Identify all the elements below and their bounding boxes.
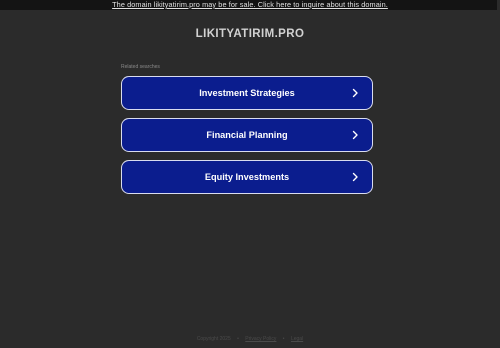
privacy-policy-link[interactable]: Privacy Policy [245, 336, 276, 342]
related-search-link-investment-strategies[interactable]: Investment Strategies [121, 76, 373, 110]
chevron-right-icon [352, 130, 358, 140]
copyright-text: Copyright 2025 [196, 336, 231, 342]
related-search-label: Financial Planning [206, 130, 288, 140]
domain-for-sale-banner[interactable]: The domain likityatirim.pro may be for s… [0, 0, 500, 10]
footer-separator: • [282, 336, 285, 342]
legal-link[interactable]: Legal [291, 336, 303, 342]
chevron-right-icon [352, 88, 358, 98]
related-search-link-financial-planning[interactable]: Financial Planning [121, 118, 373, 152]
footer-separator: • [237, 336, 239, 342]
footer: Copyright 2025 • Privacy Policy • Legal [0, 336, 500, 342]
related-searches-heading: Related searches [121, 64, 160, 70]
related-search-label: Investment Strategies [199, 88, 295, 98]
related-search-label: Equity Investments [204, 172, 290, 182]
chevron-right-icon [352, 172, 358, 182]
page-title: LIKITYATIRIM.PRO [195, 28, 305, 40]
related-search-link-equity-investments[interactable]: Equity Investments [121, 160, 373, 194]
banner-text[interactable]: The domain likityatirim.pro may be for s… [112, 0, 388, 9]
